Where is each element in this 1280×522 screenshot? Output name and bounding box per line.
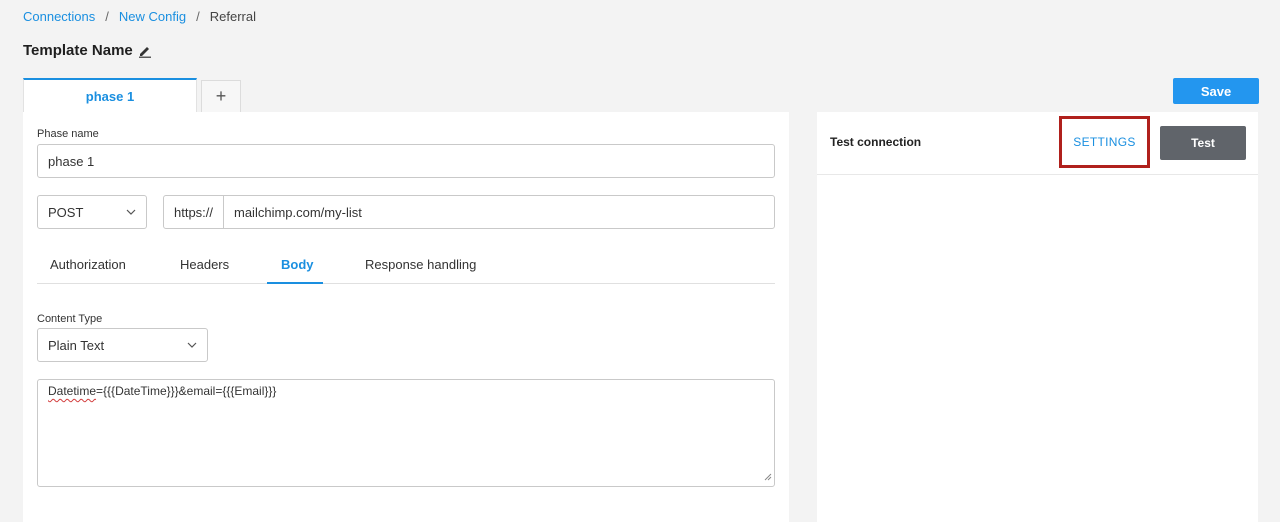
test-connection-panel: Test connection SETTINGS Test (817, 112, 1258, 522)
active-tab-indicator (267, 282, 323, 284)
page-title-row: Template Name (23, 42, 152, 59)
page-title: Template Name (23, 42, 133, 59)
panel-divider (817, 174, 1258, 175)
body-textarea[interactable]: Datetime={{{DateTime}}}&email={{{Email}}… (37, 379, 775, 487)
url-value: mailchimp.com/my-list (234, 204, 362, 220)
phase-name-label: Phase name (37, 128, 99, 140)
phase-name-input[interactable]: phase 1 (37, 144, 775, 178)
method-select[interactable]: POST (37, 195, 147, 229)
content-type-value: Plain Text (48, 337, 105, 353)
tab-authorization[interactable]: Authorization (50, 257, 126, 272)
test-connection-title: Test connection (830, 135, 922, 149)
method-value: POST (48, 204, 84, 220)
tab-headers[interactable]: Headers (180, 257, 229, 272)
breadcrumb-separator: / (105, 9, 109, 24)
test-button[interactable]: Test (1160, 126, 1246, 160)
save-button[interactable]: Save (1173, 78, 1259, 104)
spellcheck-word: Datetime (48, 384, 97, 398)
url-input-group: https:// mailchimp.com/my-list (163, 195, 775, 229)
add-phase-button[interactable]: + (201, 80, 241, 112)
breadcrumb-connections[interactable]: Connections (23, 9, 95, 24)
tab-phase-1[interactable]: phase 1 (23, 78, 197, 113)
pencil-icon[interactable] (138, 44, 152, 58)
tabs-divider (37, 283, 775, 284)
breadcrumb-new-config[interactable]: New Config (119, 9, 186, 24)
tab-response-handling[interactable]: Response handling (365, 257, 476, 272)
tab-body[interactable]: Body (281, 257, 314, 272)
url-input[interactable]: mailchimp.com/my-list (224, 196, 774, 228)
resize-handle-icon[interactable] (763, 470, 772, 484)
body-text: ={{{DateTime}}}&email={{{Email}}} (96, 384, 277, 398)
content-type-label: Content Type (37, 313, 103, 325)
settings-button[interactable]: SETTINGS (1059, 116, 1150, 168)
content-type-select[interactable]: Plain Text (37, 328, 208, 362)
url-prefix: https:// (164, 196, 224, 228)
breadcrumb: Connections / New Config / Referral (23, 9, 256, 24)
chevron-down-icon (126, 209, 136, 215)
breadcrumb-current: Referral (209, 9, 256, 24)
breadcrumb-separator: / (196, 9, 200, 24)
phase-name-value: phase 1 (48, 153, 95, 169)
chevron-down-icon (187, 342, 197, 348)
phase-editor-panel: Phase name phase 1 POST https:// mailchi… (23, 112, 789, 522)
